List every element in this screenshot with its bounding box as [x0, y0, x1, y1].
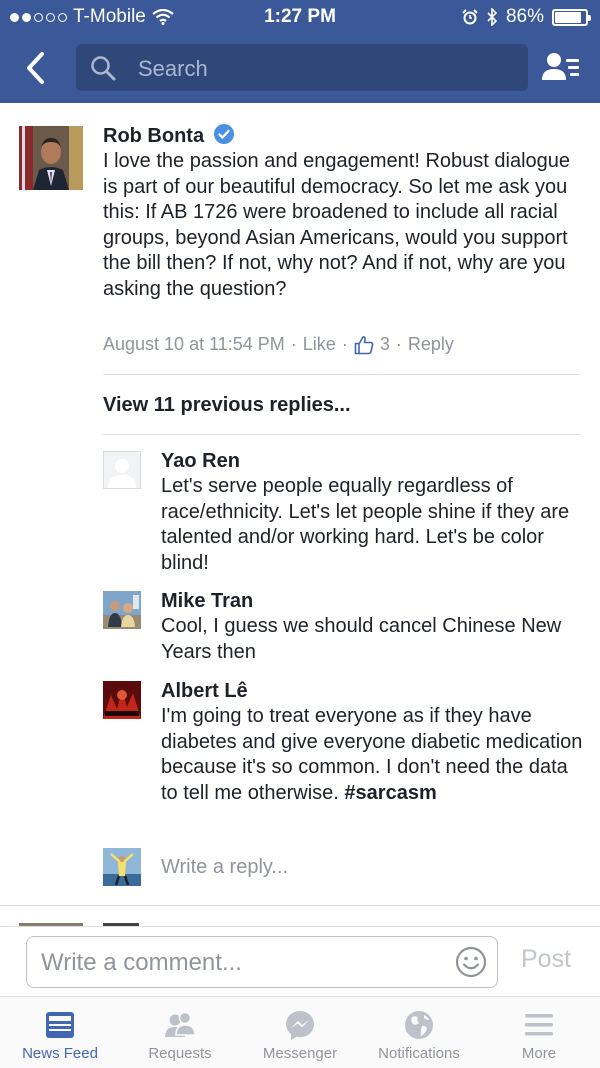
divider	[103, 374, 580, 375]
reply-text: Let's serve people equally regardless of…	[161, 475, 570, 574]
post-text: I love the passion and engagement! Robus…	[103, 150, 571, 300]
separator: ·	[395, 334, 402, 354]
reply-author-name[interactable]: Albert Lê	[161, 680, 248, 703]
reply-author-name[interactable]: Yao Ren	[161, 450, 240, 473]
hamburger-icon	[525, 1014, 553, 1036]
tab-requests[interactable]: Requests	[120, 997, 240, 1068]
divider	[103, 434, 580, 435]
search-icon	[91, 56, 116, 81]
mike-tran-avatar[interactable]	[103, 591, 141, 629]
like-count[interactable]: 3	[380, 334, 390, 355]
bottom-tab-bar: News Feed Requests Messenger Notificatio…	[0, 996, 600, 1068]
write-reply-input[interactable]: Write a reply...	[161, 855, 288, 881]
reply-link[interactable]: Reply	[408, 334, 454, 355]
back-arrow-icon[interactable]	[22, 50, 50, 86]
profile-photo-image	[19, 126, 83, 190]
comment-input[interactable]	[39, 937, 443, 989]
emoji-icon[interactable]	[455, 946, 487, 978]
tab-label: More	[521, 1045, 557, 1062]
alarm-clock-icon	[462, 9, 478, 25]
tab-label: Messenger	[262, 1045, 338, 1062]
profile-photo-image	[103, 681, 141, 719]
profile-photo-image	[103, 848, 141, 886]
tab-notifications[interactable]: Notifications	[359, 997, 479, 1068]
top-navigation-bar: T-Mobile 1:27 PM 86%	[0, 0, 600, 103]
post-meta: August 10 at 11:54 PM · Like · 3 · Reply	[103, 334, 454, 355]
reply-text: I'm going to treat everyone as if they h…	[161, 704, 586, 806]
battery-icon	[552, 8, 591, 26]
bluetooth-icon	[487, 8, 498, 26]
globe-icon	[405, 1011, 433, 1039]
profile-photo-image	[103, 591, 141, 629]
like-link[interactable]: Like	[303, 334, 336, 355]
rob-bonta-avatar[interactable]	[19, 126, 83, 190]
messenger-icon	[286, 1011, 314, 1040]
post-button[interactable]: Post	[521, 945, 571, 974]
hashtag-link[interactable]: #sarcasm	[344, 782, 436, 804]
tab-label: Notifications	[378, 1045, 460, 1062]
battery-percent: 86%	[505, 6, 544, 27]
tab-news-feed[interactable]: News Feed	[0, 997, 120, 1068]
search-input[interactable]	[136, 44, 520, 93]
comment-input-box[interactable]	[26, 936, 498, 989]
post-timestamp[interactable]: August 10 at 11:54 PM	[103, 334, 285, 355]
divider	[0, 905, 600, 906]
news-feed-icon	[46, 1012, 74, 1038]
comment-composer: Post	[0, 926, 600, 997]
reply-author-name[interactable]: Mike Tran	[161, 590, 253, 613]
tab-more[interactable]: More	[479, 997, 599, 1068]
separator: ·	[341, 334, 348, 354]
post-author-name[interactable]: Rob Bonta	[103, 124, 234, 148]
verified-badge-icon	[213, 124, 234, 144]
friend-list-icon[interactable]	[541, 50, 581, 86]
tab-messenger[interactable]: Messenger	[240, 997, 360, 1068]
search-bar[interactable]	[76, 44, 528, 93]
friend-requests-icon	[165, 1011, 196, 1037]
yao-ren-avatar[interactable]	[103, 451, 141, 489]
current-user-avatar	[103, 848, 141, 886]
separator: ·	[290, 334, 297, 354]
view-previous-replies-link[interactable]: View 11 previous replies...	[103, 394, 351, 417]
albert-le-avatar[interactable]	[103, 681, 141, 719]
tab-label: News Feed	[22, 1045, 98, 1062]
tab-label: Requests	[148, 1045, 212, 1062]
reply-text: Cool, I guess we should cancel Chinese N…	[161, 615, 562, 663]
status-bar: T-Mobile 1:27 PM 86%	[0, 0, 600, 34]
default-profile-icon	[103, 451, 141, 489]
thumbs-up-icon	[354, 335, 374, 354]
